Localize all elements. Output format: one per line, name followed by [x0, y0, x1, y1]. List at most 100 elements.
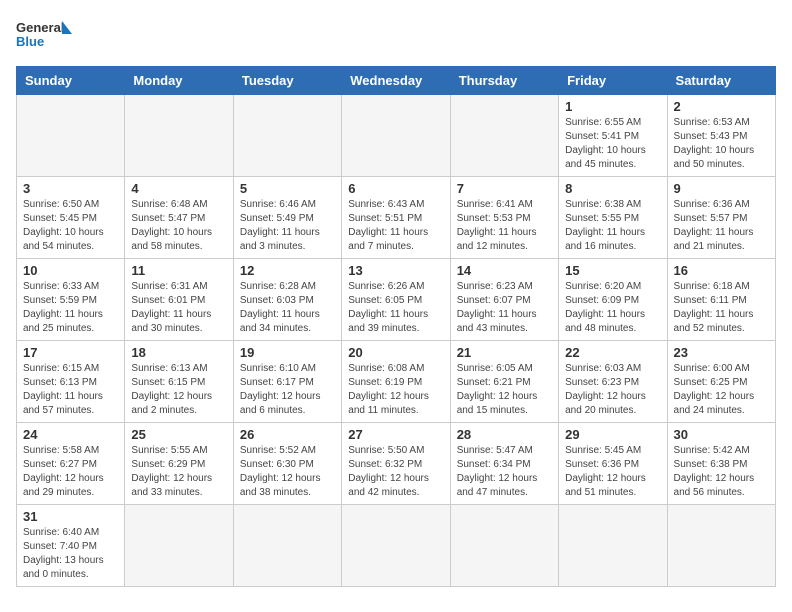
day-number: 30 [674, 427, 769, 442]
calendar-cell: 19 Sunrise: 6:10 AM Sunset: 6:17 PM Dayli… [233, 341, 341, 423]
day-number: 2 [674, 99, 769, 114]
calendar-cell: 9Sunrise: 6:36 AM Sunset: 5:57 PM Daylig… [667, 177, 775, 259]
day-number: 24 [23, 427, 118, 442]
day-info: Sunrise: 6:33 AM Sunset: 5:59 PM Dayligh… [23, 280, 118, 336]
day-number: 13 [348, 263, 443, 278]
day-info: Sunrise: 6:55 AM Sunset: 5:41 PM Dayligh… [565, 116, 660, 172]
day-info: Sunrise: 6:15 AM Sunset: 6:13 PM Dayligh… [23, 362, 118, 418]
header-sunday: Sunday [17, 67, 125, 95]
day-number: 15 [565, 263, 660, 278]
calendar-cell: 22 Sunrise: 6:03 AM Sunset: 6:23 PM Dayli… [559, 341, 667, 423]
calendar-week-1: 3Sunrise: 6:50 AM Sunset: 5:45 PM Daylig… [17, 177, 776, 259]
calendar-cell: 25 Sunrise: 5:55 AM Sunset: 6:29 PM Dayli… [125, 423, 233, 505]
day-info: Sunrise: 5:42 AM Sunset: 6:38 PM Dayligh… [674, 444, 769, 500]
day-number: 9 [674, 181, 769, 196]
calendar-cell: 29 Sunrise: 5:45 AM Sunset: 6:36 PM Dayli… [559, 423, 667, 505]
day-number: 25 [131, 427, 226, 442]
day-info: Sunrise: 6:03 AM Sunset: 6:23 PM Dayligh… [565, 362, 660, 418]
day-number: 23 [674, 345, 769, 360]
calendar-cell: 6 Sunrise: 6:43 AM Sunset: 5:51 PM Daylig… [342, 177, 450, 259]
day-number: 29 [565, 427, 660, 442]
calendar-cell: 26Sunrise: 5:52 AM Sunset: 6:30 PM Dayli… [233, 423, 341, 505]
day-number: 31 [23, 509, 118, 524]
day-number: 17 [23, 345, 118, 360]
header-tuesday: Tuesday [233, 67, 341, 95]
calendar: SundayMondayTuesdayWednesdayThursdayFrid… [16, 66, 776, 587]
day-info: Sunrise: 6:10 AM Sunset: 6:17 PM Dayligh… [240, 362, 335, 418]
day-number: 28 [457, 427, 552, 442]
logo: GeneralBlue [16, 16, 76, 56]
calendar-week-2: 10 Sunrise: 6:33 AM Sunset: 5:59 PM Dayli… [17, 259, 776, 341]
calendar-cell [450, 95, 558, 177]
day-info: Sunrise: 6:38 AM Sunset: 5:55 PM Dayligh… [565, 198, 660, 254]
calendar-cell: 12Sunrise: 6:28 AM Sunset: 6:03 PM Dayli… [233, 259, 341, 341]
day-number: 7 [457, 181, 552, 196]
day-info: Sunrise: 6:41 AM Sunset: 5:53 PM Dayligh… [457, 198, 552, 254]
day-info: Sunrise: 6:28 AM Sunset: 6:03 PM Dayligh… [240, 280, 335, 336]
calendar-week-0: 1 Sunrise: 6:55 AM Sunset: 5:41 PM Daylig… [17, 95, 776, 177]
calendar-cell: 16 Sunrise: 6:18 AM Sunset: 6:11 PM Dayli… [667, 259, 775, 341]
day-info: Sunrise: 6:13 AM Sunset: 6:15 PM Dayligh… [131, 362, 226, 418]
calendar-cell [559, 505, 667, 587]
calendar-cell: 11Sunrise: 6:31 AM Sunset: 6:01 PM Dayli… [125, 259, 233, 341]
calendar-cell: 14 Sunrise: 6:23 AM Sunset: 6:07 PM Dayli… [450, 259, 558, 341]
calendar-cell [342, 95, 450, 177]
day-number: 1 [565, 99, 660, 114]
logo-svg: GeneralBlue [16, 16, 76, 56]
calendar-week-5: 31 Sunrise: 6:40 AM Sunset: 7:40 PM Dayli… [17, 505, 776, 587]
calendar-cell: 23Sunrise: 6:00 AM Sunset: 6:25 PM Dayli… [667, 341, 775, 423]
calendar-cell: 4Sunrise: 6:48 AM Sunset: 5:47 PM Daylig… [125, 177, 233, 259]
calendar-cell: 3Sunrise: 6:50 AM Sunset: 5:45 PM Daylig… [17, 177, 125, 259]
day-number: 22 [565, 345, 660, 360]
calendar-cell: 10 Sunrise: 6:33 AM Sunset: 5:59 PM Dayli… [17, 259, 125, 341]
day-number: 10 [23, 263, 118, 278]
calendar-cell: 7 Sunrise: 6:41 AM Sunset: 5:53 PM Daylig… [450, 177, 558, 259]
svg-text:General: General [16, 20, 64, 35]
calendar-cell [233, 95, 341, 177]
calendar-header-row: SundayMondayTuesdayWednesdayThursdayFrid… [17, 67, 776, 95]
day-info: Sunrise: 6:40 AM Sunset: 7:40 PM Dayligh… [23, 526, 118, 582]
day-info: Sunrise: 5:58 AM Sunset: 6:27 PM Dayligh… [23, 444, 118, 500]
day-number: 26 [240, 427, 335, 442]
day-info: Sunrise: 6:18 AM Sunset: 6:11 PM Dayligh… [674, 280, 769, 336]
day-info: Sunrise: 5:55 AM Sunset: 6:29 PM Dayligh… [131, 444, 226, 500]
header: GeneralBlue [16, 16, 776, 56]
calendar-cell [450, 505, 558, 587]
calendar-cell [233, 505, 341, 587]
calendar-cell: 28 Sunrise: 5:47 AM Sunset: 6:34 PM Dayli… [450, 423, 558, 505]
day-info: Sunrise: 6:50 AM Sunset: 5:45 PM Dayligh… [23, 198, 118, 254]
calendar-cell: 21Sunrise: 6:05 AM Sunset: 6:21 PM Dayli… [450, 341, 558, 423]
day-info: Sunrise: 6:46 AM Sunset: 5:49 PM Dayligh… [240, 198, 335, 254]
calendar-cell: 18 Sunrise: 6:13 AM Sunset: 6:15 PM Dayli… [125, 341, 233, 423]
day-number: 5 [240, 181, 335, 196]
day-info: Sunrise: 6:43 AM Sunset: 5:51 PM Dayligh… [348, 198, 443, 254]
calendar-cell [125, 505, 233, 587]
day-info: Sunrise: 6:23 AM Sunset: 6:07 PM Dayligh… [457, 280, 552, 336]
day-number: 6 [348, 181, 443, 196]
day-number: 27 [348, 427, 443, 442]
calendar-cell: 24 Sunrise: 5:58 AM Sunset: 6:27 PM Dayli… [17, 423, 125, 505]
calendar-cell: 30 Sunrise: 5:42 AM Sunset: 6:38 PM Dayli… [667, 423, 775, 505]
calendar-cell: 5 Sunrise: 6:46 AM Sunset: 5:49 PM Daylig… [233, 177, 341, 259]
day-info: Sunrise: 5:45 AM Sunset: 6:36 PM Dayligh… [565, 444, 660, 500]
day-info: Sunrise: 6:08 AM Sunset: 6:19 PM Dayligh… [348, 362, 443, 418]
calendar-cell: 2 Sunrise: 6:53 AM Sunset: 5:43 PM Daylig… [667, 95, 775, 177]
calendar-cell: 20Sunrise: 6:08 AM Sunset: 6:19 PM Dayli… [342, 341, 450, 423]
header-monday: Monday [125, 67, 233, 95]
calendar-cell: 31 Sunrise: 6:40 AM Sunset: 7:40 PM Dayli… [17, 505, 125, 587]
header-saturday: Saturday [667, 67, 775, 95]
day-number: 14 [457, 263, 552, 278]
day-number: 16 [674, 263, 769, 278]
calendar-cell [342, 505, 450, 587]
day-info: Sunrise: 6:20 AM Sunset: 6:09 PM Dayligh… [565, 280, 660, 336]
day-info: Sunrise: 6:31 AM Sunset: 6:01 PM Dayligh… [131, 280, 226, 336]
header-thursday: Thursday [450, 67, 558, 95]
day-info: Sunrise: 5:47 AM Sunset: 6:34 PM Dayligh… [457, 444, 552, 500]
calendar-cell: 8Sunrise: 6:38 AM Sunset: 5:55 PM Daylig… [559, 177, 667, 259]
calendar-cell [17, 95, 125, 177]
day-info: Sunrise: 6:53 AM Sunset: 5:43 PM Dayligh… [674, 116, 769, 172]
day-info: Sunrise: 6:48 AM Sunset: 5:47 PM Dayligh… [131, 198, 226, 254]
day-info: Sunrise: 5:50 AM Sunset: 6:32 PM Dayligh… [348, 444, 443, 500]
day-number: 18 [131, 345, 226, 360]
day-number: 19 [240, 345, 335, 360]
